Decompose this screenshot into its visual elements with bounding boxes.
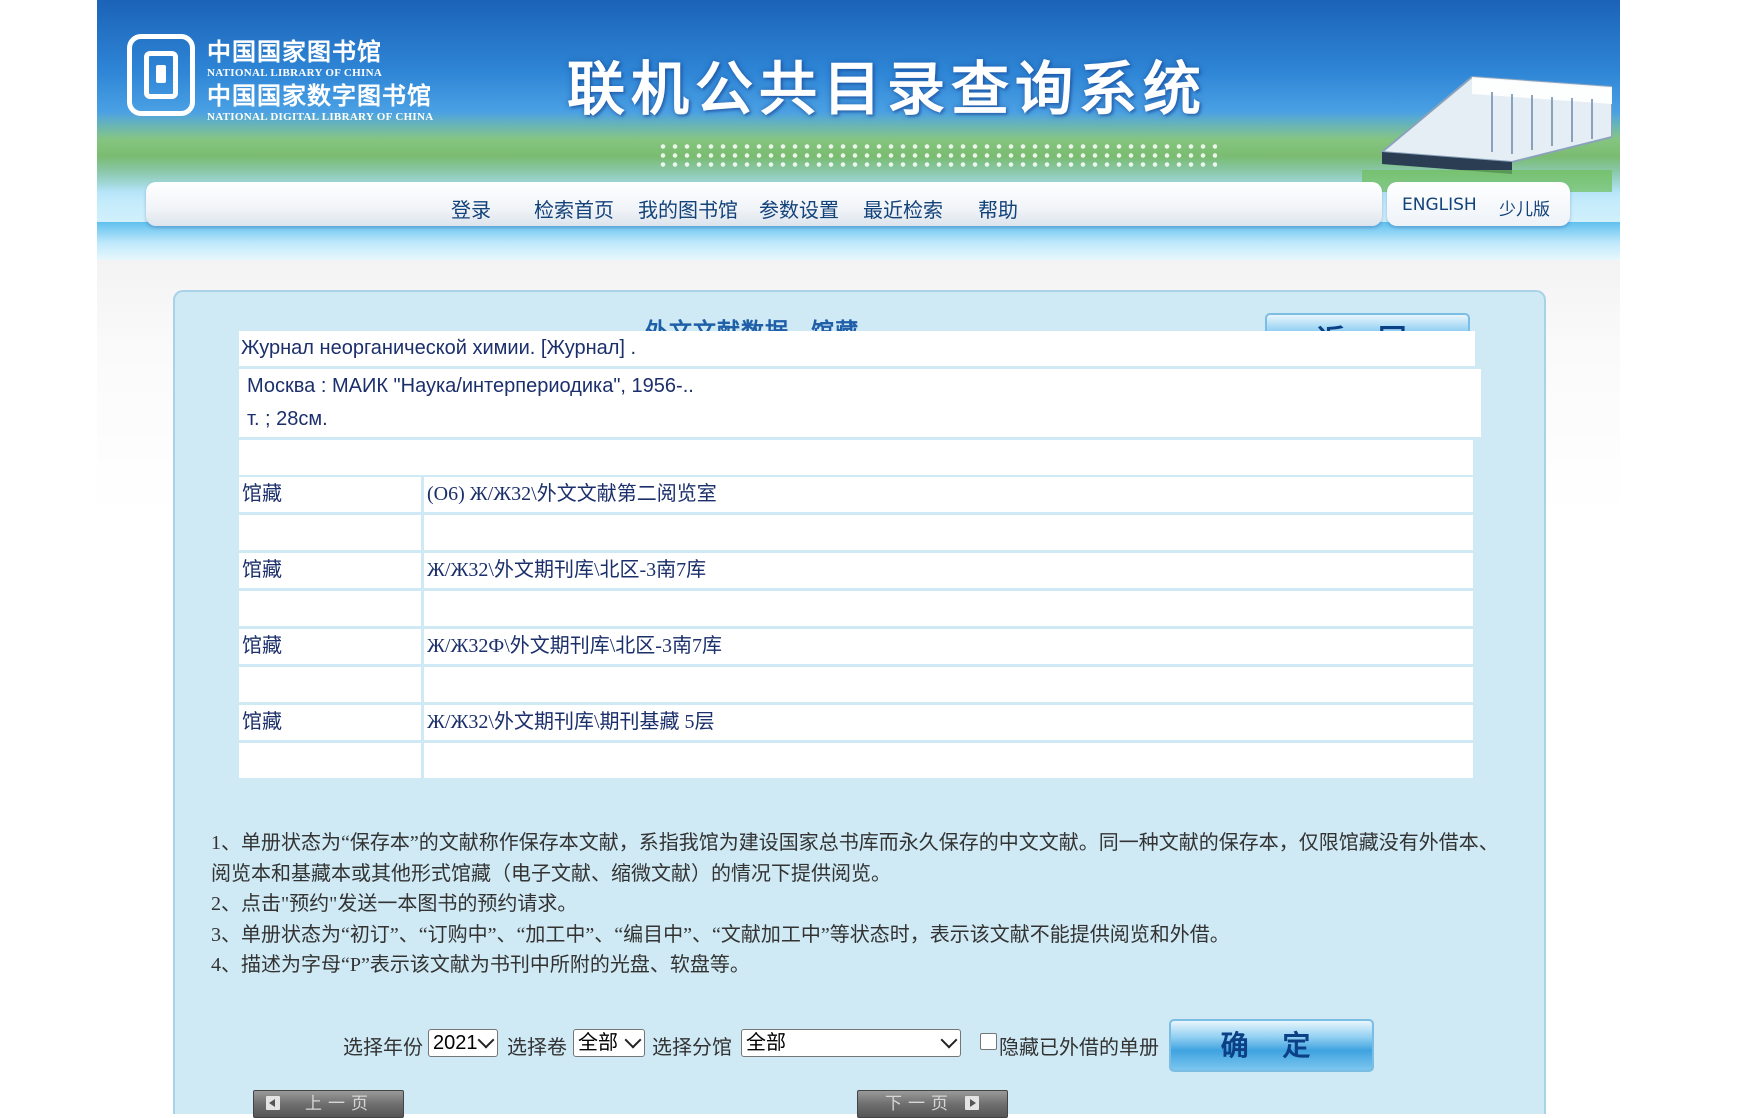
- confirm-button[interactable]: 确 定: [1169, 1019, 1374, 1072]
- holding-location: [424, 667, 1473, 702]
- hide-checked-out-checkbox[interactable]: [980, 1033, 997, 1050]
- page: 中国国家图书馆 NATIONAL LIBRARY OF CHINA 中国国家数字…: [0, 0, 1762, 1118]
- lang-kids-link[interactable]: 少儿版: [1499, 195, 1550, 220]
- nav-recent-searches[interactable]: 最近检索: [863, 194, 943, 223]
- logo-en-2: NATIONAL DIGITAL LIBRARY OF CHINA: [207, 111, 434, 123]
- holding-row: 馆藏 Ж/Ж32Ф\外文期刊库\北区-3南7库: [239, 629, 1473, 664]
- nav-help[interactable]: 帮助: [978, 194, 1018, 223]
- logo-cn-2: 中国国家数字图书馆: [207, 84, 432, 110]
- chevron-down-icon: [940, 1031, 958, 1049]
- chevron-down-icon: [477, 1031, 495, 1049]
- site-title: 联机公共目录查询系统: [567, 57, 1208, 122]
- note-item: 3、单册状态为“初订”、“订购中”、“加工中”、“编目中”、“文献加工中”等状态…: [211, 923, 1230, 946]
- nav-login[interactable]: 登录: [451, 194, 491, 223]
- year-label: 选择年份: [343, 1037, 423, 1059]
- holding-label: [239, 591, 421, 626]
- record-title-line: Журнал неорганической химии. [Журнал] .: [239, 331, 1475, 366]
- holding-label: 馆藏: [239, 629, 421, 664]
- record-empty-line: [239, 440, 1473, 475]
- lang-english-link[interactable]: ENGLISH: [1402, 195, 1477, 215]
- holding-label: [239, 667, 421, 702]
- branch-label: 选择分馆: [652, 1037, 732, 1059]
- holding-location: [424, 743, 1473, 778]
- holding-location: (O6) Ж/Ж32\外文文献第二阅览室: [424, 477, 1473, 512]
- header-banner: 中国国家图书馆 NATIONAL LIBRARY OF CHINA 中国国家数字…: [97, 0, 1620, 260]
- volume-select[interactable]: 全部: [573, 1029, 645, 1057]
- holding-row: [239, 591, 1473, 626]
- main-nav-bar: 登录 检索首页 我的图书馆 参数设置 最近检索 帮助: [146, 182, 1382, 226]
- volume-label: 选择卷: [507, 1037, 567, 1059]
- banner-dots-decoration: [657, 142, 1217, 170]
- year-select[interactable]: 2021: [428, 1029, 498, 1057]
- language-bar: ENGLISH 少儿版: [1387, 182, 1570, 226]
- chevron-down-icon: [624, 1031, 642, 1049]
- record-physical-line: т. ; 28см.: [239, 402, 1481, 437]
- next-arrow-icon: [965, 1096, 979, 1110]
- note-item: 1、单册状态为“保存本”的文献称作保存本文献，系指我馆为建设国家总书库而永久保存…: [211, 832, 1499, 885]
- holding-label: [239, 743, 421, 778]
- logo-text-group-1: 中国国家图书馆 NATIONAL LIBRARY OF CHINA: [207, 32, 382, 79]
- holding-location: [424, 515, 1473, 550]
- library-logo-icon[interactable]: [127, 34, 195, 116]
- volume-select-value: 全部: [578, 1032, 618, 1054]
- next-page-button[interactable]: 下一页: [857, 1090, 1008, 1118]
- notes-list: 1、单册状态为“保存本”的文献称作保存本文献，系指我馆为建设国家总书库而永久保存…: [211, 828, 1511, 981]
- year-select-value: 2021: [433, 1032, 478, 1054]
- holdings-panel: 外文文献数据 - 馆藏 返 回 Журнал неорганической хи…: [173, 290, 1546, 1118]
- record-publication-line: Москва : МАИК "Наука/интерпериодика", 19…: [239, 369, 1481, 404]
- prev-page-button[interactable]: 上一页: [253, 1090, 404, 1118]
- holding-label: 馆藏: [239, 477, 421, 512]
- holding-location: [424, 591, 1473, 626]
- holding-label: 馆藏: [239, 705, 421, 740]
- nav-search-home[interactable]: 检索首页: [534, 194, 614, 223]
- holding-label: 馆藏: [239, 553, 421, 588]
- holding-row: 馆藏 Ж/Ж32\外文期刊库\北区-3南7库: [239, 553, 1473, 588]
- note-item: 2、点击"预约"发送一本图书的预约请求。: [211, 893, 578, 915]
- nav-settings[interactable]: 参数设置: [759, 194, 839, 223]
- holding-row: [239, 743, 1473, 778]
- nav-my-library[interactable]: 我的图书馆: [638, 194, 738, 223]
- holding-row: 馆藏 Ж/Ж32\外文期刊库\期刊基藏 5层: [239, 705, 1473, 740]
- branch-select[interactable]: 全部: [741, 1029, 961, 1057]
- holding-location: Ж/Ж32\外文期刊库\北区-3南7库: [424, 553, 1473, 588]
- hide-checked-out-label[interactable]: 隐藏已外借的单册: [999, 1031, 1159, 1060]
- holding-location: Ж/Ж32\外文期刊库\期刊基藏 5层: [424, 705, 1473, 740]
- holding-label: [239, 515, 421, 550]
- holding-row: 馆藏 (O6) Ж/Ж32\外文文献第二阅览室: [239, 477, 1473, 512]
- prev-arrow-icon: [266, 1096, 280, 1110]
- logo-cn-1: 中国国家图书馆: [207, 40, 382, 66]
- library-building-icon: [1362, 75, 1612, 192]
- branch-select-value: 全部: [746, 1032, 786, 1054]
- logo-text-group-2: 中国国家数字图书馆 NATIONAL DIGITAL LIBRARY OF CH…: [207, 76, 434, 123]
- banner-bottom-band: [97, 222, 1620, 260]
- holding-row: [239, 667, 1473, 702]
- holding-row: [239, 515, 1473, 550]
- prev-page-label: 上一页: [305, 1094, 374, 1114]
- holding-location: Ж/Ж32Ф\外文期刊库\北区-3南7库: [424, 629, 1473, 664]
- note-item: 4、描述为字母“P”表示该文献为书刊中所附的光盘、软盘等。: [211, 954, 750, 976]
